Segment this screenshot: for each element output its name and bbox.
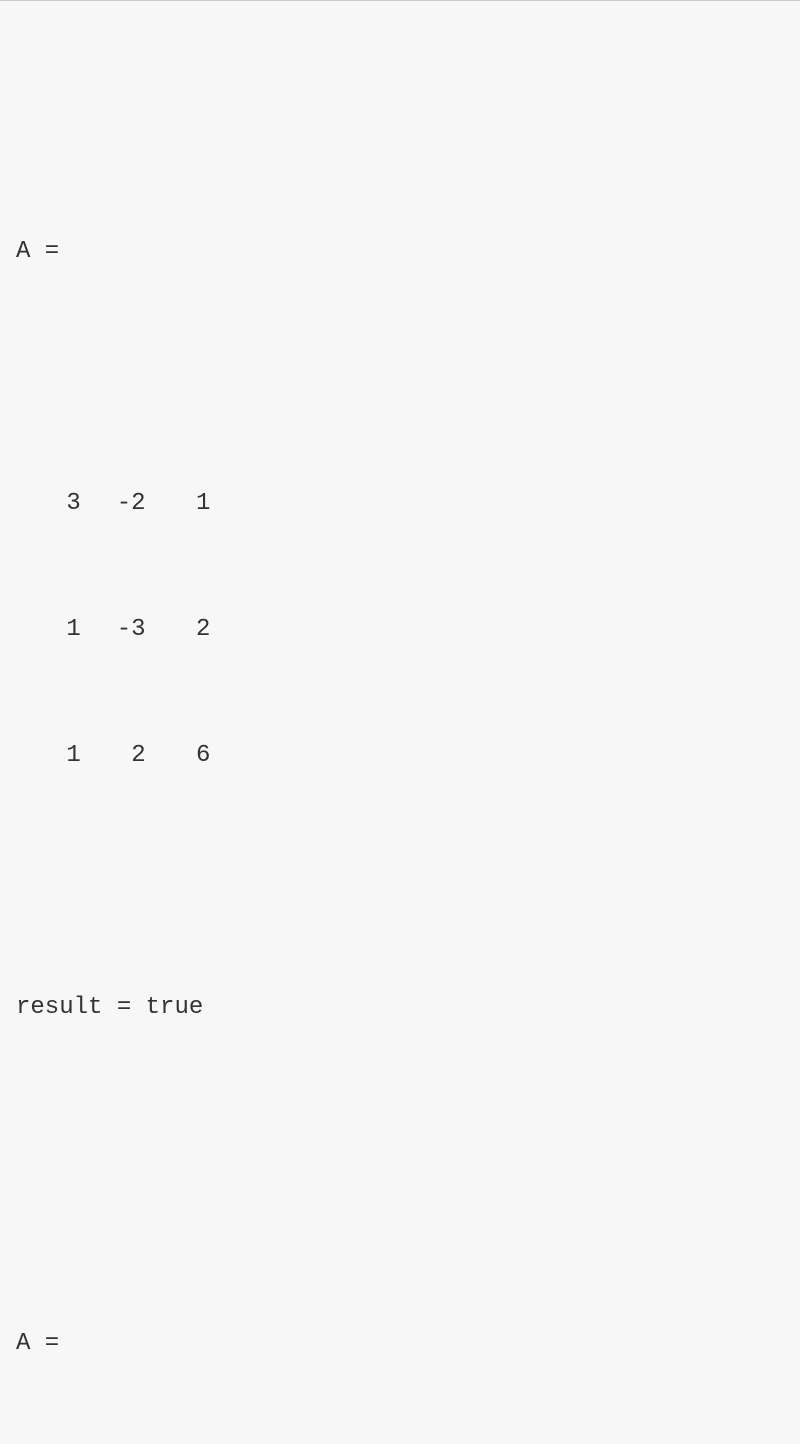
- assign-operator: =: [30, 1330, 59, 1357]
- variable-header: A =: [16, 231, 784, 273]
- matrix-cell: 3: [33, 483, 81, 525]
- matrix-cell: 2: [163, 609, 211, 651]
- variable-header: A =: [16, 1323, 784, 1365]
- matrix-cell: 1: [163, 483, 211, 525]
- matrix-cell: 2: [98, 735, 146, 777]
- matrix-row: 126: [16, 735, 784, 777]
- matrix-display: 3-21 1-32 126: [16, 399, 784, 861]
- variable-name: A: [16, 1330, 30, 1357]
- variable-name: A: [16, 238, 30, 265]
- result-label: result: [16, 994, 102, 1021]
- result-line: result = true: [16, 987, 784, 1029]
- matrix-row: 3 -2 1: [16, 483, 784, 525]
- output-block-2: A = -212 132 1-20 result = false: [16, 1239, 784, 1444]
- matrix-cell: -3: [98, 609, 146, 651]
- matrix-cell: 6: [163, 735, 211, 777]
- matrix-cell: -2: [98, 483, 146, 525]
- console-output: A = 3-21 1-32 126 result = true A = -212…: [16, 21, 784, 1444]
- matrix-row: 1 -3 2: [16, 609, 784, 651]
- assign-operator: =: [30, 238, 59, 265]
- matrix-cell: 1: [33, 609, 81, 651]
- output-block-1: A = 3-21 1-32 126 result = true: [16, 147, 784, 1113]
- result-value: true: [146, 994, 204, 1021]
- matrix-cell: 1: [33, 735, 81, 777]
- result-operator: =: [102, 994, 145, 1021]
